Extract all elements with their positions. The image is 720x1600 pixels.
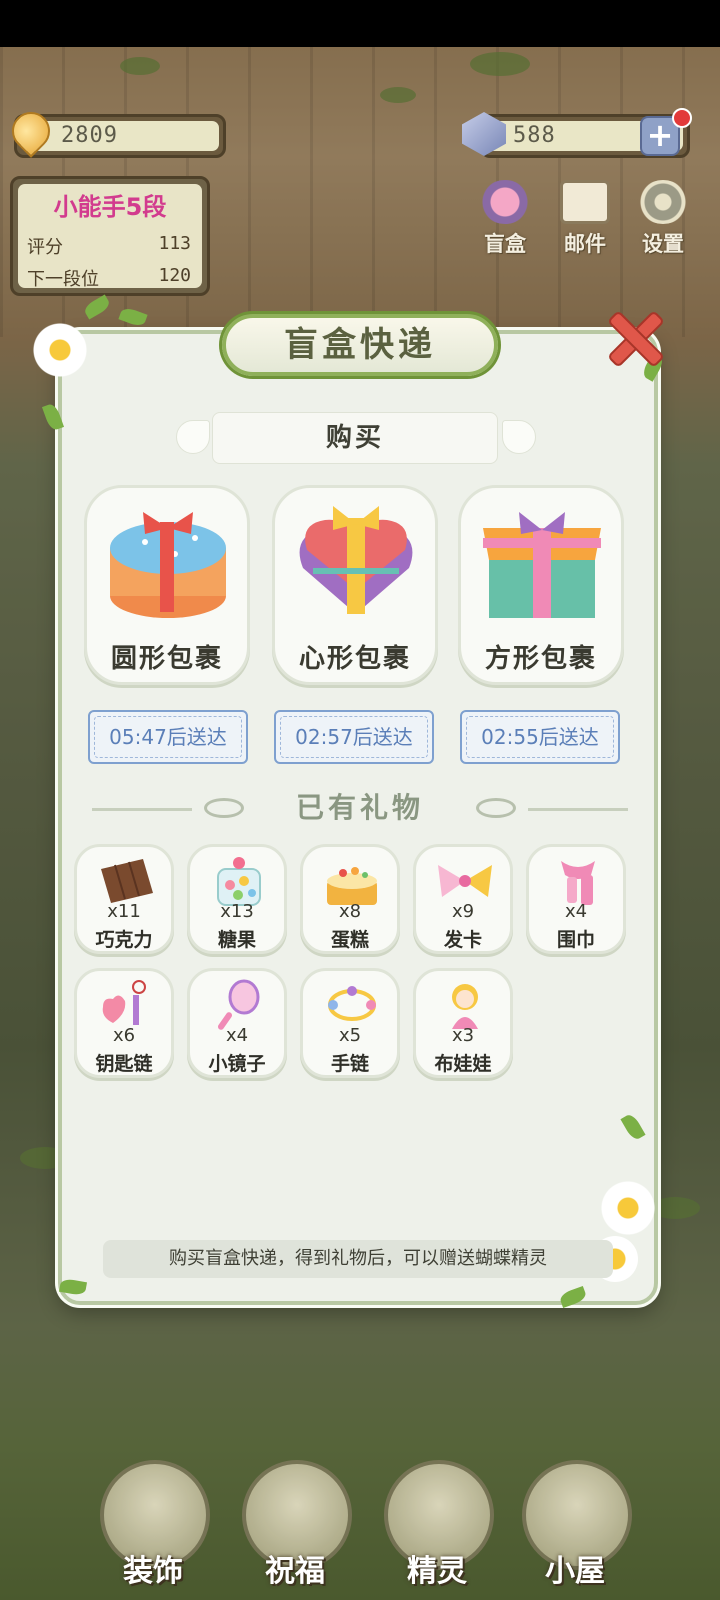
cake-name: 蛋糕 [330,929,369,951]
score-label: 评分 [27,237,63,258]
square-timer-text: 02:55后送达 [481,725,599,749]
nav-spirit-label: 精灵 [407,1554,467,1589]
round-package-timer: 05:47后送达 [88,710,248,764]
settings-button[interactable]: 设置 [628,180,698,270]
scarf-count: x4 [564,901,588,922]
rank-next-row: 下一段位 120 [27,265,197,291]
heart-gift-box-icon [299,506,413,614]
settings-label: 设置 [642,232,684,256]
owned-gifts-header: 已有礼物 [295,791,424,824]
rank-card: 小能手5段 评分 113 下一段位 120 [10,176,210,296]
square-package-timer: 02:55后送达 [460,710,620,764]
heart-package-name: 心形包裹 [298,644,411,674]
nav-house-label: 小屋 [545,1554,605,1589]
scarf-name: 围巾 [556,929,595,951]
divider-line-left [92,808,192,811]
square-package-name: 方形包裹 [484,644,597,674]
modal-title-plaque: 盲盒快递 [222,314,498,376]
round-package-card[interactable]: 圆形包裹 [84,485,250,685]
hint-banner: 购买盲盒快递，得到礼物后，可以赠送蝴蝶精灵 [103,1240,613,1278]
gift-candy[interactable]: x13 糖果 [187,844,287,954]
status-bar [0,0,720,47]
gift-scarf[interactable]: x4 围巾 [526,844,626,954]
gift-cake[interactable]: x8 蛋糕 [300,844,400,954]
chocolate-name: 巧克力 [95,929,153,951]
nav-house[interactable]: 小屋 [510,1430,640,1600]
close-button[interactable] [606,310,660,364]
flower-box-icon [480,180,530,224]
gift-hairclip[interactable]: x9 发卡 [413,844,513,954]
heart-package-card[interactable]: 心形包裹 [272,485,438,685]
keychain-count: x6 [112,1025,136,1046]
gem-value: 588 [513,123,556,148]
gift-bracelet[interactable]: x5 手链 [300,968,400,1078]
daisy-decoration [32,322,88,378]
round-timer-text: 05:47后送达 [109,725,227,749]
hint-text: 购买盲盒快递，得到礼物后，可以赠送蝴蝶精灵 [169,1248,547,1269]
wing-left-decoration [176,420,210,454]
doll-count: x3 [451,1025,475,1046]
mail-label: 邮件 [564,232,606,256]
candy-name: 糖果 [217,929,256,951]
nav-decorate-label: 装饰 [123,1554,183,1589]
bracelet-count: x5 [338,1025,362,1046]
candy-count: x13 [220,901,254,922]
next-rank-label: 下一段位 [27,269,99,290]
gift-keychain[interactable]: x6 钥匙链 [74,968,174,1078]
rank-title: 小能手5段 [53,193,167,221]
hairclip-name: 发卡 [443,929,482,951]
blind-box-button[interactable]: 盲盒 [470,180,540,270]
notification-dot [672,108,692,128]
gift-doll[interactable]: x3 布娃娃 [413,968,513,1078]
gift-chocolate[interactable]: x11 巧克力 [74,844,174,954]
daisy-decoration [600,1180,656,1236]
blind-box-label: 盲盒 [484,232,526,256]
owned-gifts-divider: 已有礼物 [92,788,628,828]
doll-name: 布娃娃 [434,1053,492,1075]
chocolate-count: x11 [107,901,141,922]
score-value: 113 [158,233,191,254]
divider-line-right [528,808,628,811]
buy-header-label: 购买 [325,423,384,453]
mail-icon [560,180,610,224]
nav-bless[interactable]: 祝福 [230,1430,360,1600]
square-package-card[interactable]: 方形包裹 [458,485,624,685]
mirror-name: 小镜子 [208,1053,266,1075]
bracelet-name: 手链 [330,1053,369,1075]
buy-section-header: 购买 [212,412,498,464]
rank-score-row: 评分 113 [27,233,197,259]
next-rank-value: 120 [158,265,191,286]
round-package-name: 圆形包裹 [110,644,223,674]
mail-button[interactable]: 邮件 [550,180,620,270]
coin-value: 2809 [61,123,118,148]
cake-count: x8 [338,901,362,922]
heart-package-timer: 02:57后送达 [274,710,434,764]
keychain-name: 钥匙链 [95,1053,153,1075]
nav-decorate[interactable]: 装饰 [88,1430,218,1600]
nav-bless-label: 祝福 [265,1554,325,1589]
divider-curl-right [476,798,516,818]
round-gift-box-icon [110,512,226,618]
divider-curl-left [204,798,244,818]
heart-timer-text: 02:57后送达 [295,725,413,749]
nav-spirit[interactable]: 精灵 [372,1430,502,1600]
square-gift-box-icon [483,512,601,618]
hairclip-count: x9 [451,901,475,922]
gift-mirror[interactable]: x4 小镜子 [187,968,287,1078]
modal-title: 盲盒快递 [284,325,436,365]
gear-icon [638,180,688,224]
mirror-count: x4 [225,1025,249,1046]
wing-right-decoration [502,420,536,454]
